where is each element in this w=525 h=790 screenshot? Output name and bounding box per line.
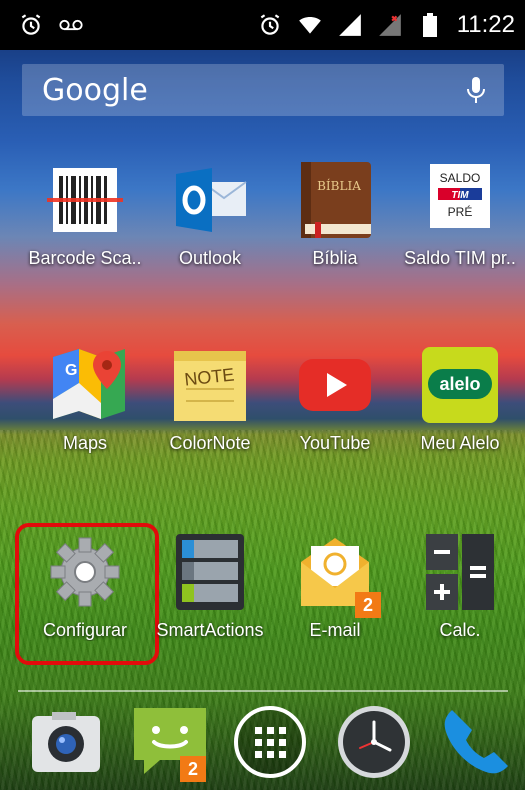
app-label: Meu Alelo [420,433,500,453]
phone-icon[interactable] [436,702,516,782]
barcode-scanner-icon [43,158,127,242]
calculator-icon [418,530,502,614]
app-meu-alelo[interactable]: alelo Meu Alelo [395,343,525,454]
app-label: Saldo TIM pr.. [404,248,516,268]
svg-text:PRÉ: PRÉ [448,204,473,219]
notification-badge: 2 [355,592,381,618]
app-label: Configurar [42,620,128,640]
saldo-tim-icon: SALDO TIM PRÉ [418,158,502,242]
messaging-icon[interactable]: 2 [130,702,210,782]
app-maps[interactable]: G Maps [20,343,150,454]
alarm-icon [21,14,41,35]
svg-text:TIM: TIM [451,190,469,201]
app-calc[interactable]: Calc. [395,530,525,641]
svg-text:SALDO: SALDO [440,171,481,185]
app-label: Barcode Sca.. [28,248,142,268]
wifi-icon [298,17,321,34]
clock-icon[interactable] [334,702,414,782]
signal-icon [338,14,361,36]
notification-badge: 2 [180,756,206,782]
microphone-icon[interactable] [464,75,488,105]
app-label: SmartActions [156,620,264,640]
app-label: E-mail [309,620,361,640]
email-icon: 2 [293,530,381,618]
voicemail-icon [59,19,83,31]
dock-divider [18,690,508,692]
smartactions-icon [168,530,252,614]
svg-text:alelo: alelo [439,374,480,394]
alelo-icon: alelo [418,343,502,427]
app-label: Bíblia [312,248,358,268]
app-smartactions[interactable]: SmartActions [145,530,275,641]
outlook-icon [168,158,252,242]
app-colornote[interactable]: NOTE ColorNote [145,343,275,454]
app-configurar[interactable]: Configurar [20,530,150,641]
app-label: YouTube [299,433,371,453]
app-youtube[interactable]: YouTube [270,343,400,454]
app-label: Calc. [439,620,481,640]
signal-no-sim-icon [378,14,401,36]
maps-icon: G [43,343,127,427]
app-outlook[interactable]: Outlook [145,158,275,269]
app-barcode-scanner[interactable]: Barcode Sca.. [20,158,150,269]
google-search-bar[interactable]: Google [22,64,504,116]
youtube-icon [293,343,377,427]
bible-icon: BÍBLIA [293,158,377,242]
app-saldo-tim[interactable]: SALDO TIM PRÉ Saldo TIM pr.. [395,158,525,269]
app-label: Maps [62,433,107,453]
colornote-icon: NOTE [168,343,252,427]
alarm-icon [260,14,279,35]
settings-gear-icon [43,530,127,614]
app-label: ColorNote [169,433,251,453]
camera-icon[interactable] [26,702,106,782]
svg-text:G: G [65,362,77,379]
app-biblia[interactable]: BÍBLIA Bíblia [270,158,400,269]
app-email[interactable]: 2 E-mail [270,530,400,641]
battery-icon [422,13,437,37]
bible-icon-text: BÍBLIA [317,178,361,193]
google-logo: Google [42,72,148,108]
app-label: Outlook [178,248,242,268]
status-time: 11:22 [456,11,515,38]
app-drawer-icon[interactable] [230,702,310,782]
status-bar: 11:22 [0,0,525,50]
